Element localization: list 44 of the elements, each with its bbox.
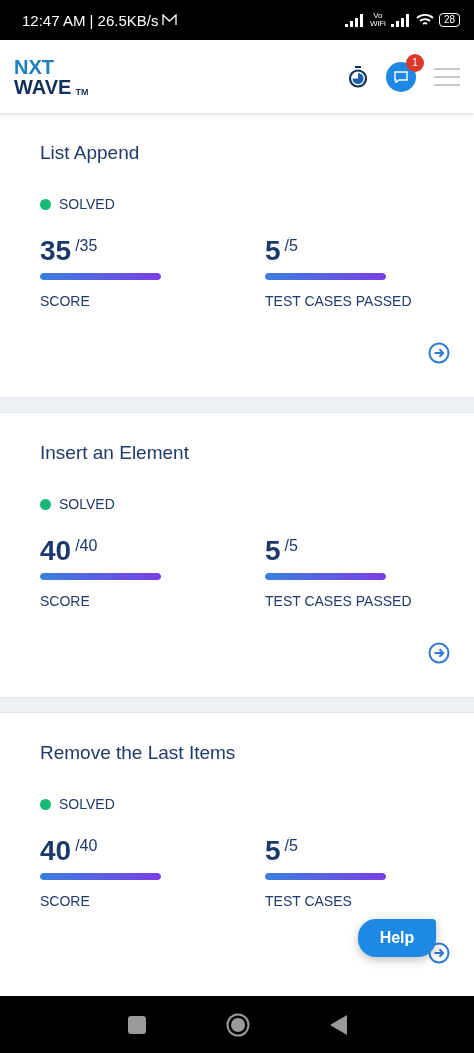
metric-value: 5 <box>265 235 281 267</box>
recents-icon[interactable] <box>127 1015 146 1034</box>
metric-label: TEST CASES PASSED <box>265 592 413 610</box>
status-label: SOLVED <box>59 795 115 813</box>
trademark-label: TM <box>75 86 89 97</box>
metric-value: 40 <box>40 835 72 867</box>
signal-icon <box>344 13 365 27</box>
metric-label: TEST CASES <box>265 892 353 910</box>
logo-text: NXT <box>14 56 54 77</box>
stopwatch-icon[interactable] <box>348 65 368 88</box>
home-icon[interactable] <box>225 1012 250 1037</box>
metric-total: /40 <box>75 836 98 856</box>
problem-title: List Append <box>40 141 141 165</box>
metric-total: /40 <box>75 536 98 556</box>
status-time: 12:47 AM | 26.5KB/s <box>22 11 159 29</box>
status-label: SOLVED <box>59 495 115 513</box>
status-label: SOLVED <box>59 195 115 213</box>
metric-label: TEST CASES PASSED <box>265 292 413 310</box>
metric-value: 5 <box>265 535 281 567</box>
metric-total: /5 <box>284 236 298 256</box>
metric-value: 35 <box>40 235 72 267</box>
mail-icon <box>162 14 178 26</box>
metric-label: SCORE <box>40 292 91 310</box>
metric-total: /5 <box>284 836 298 856</box>
arrow-right-icon[interactable] <box>428 942 450 964</box>
metric-label: SCORE <box>40 892 91 910</box>
arrow-right-icon[interactable] <box>428 342 450 364</box>
notification-badge: 1 <box>406 53 424 72</box>
problem-title: Insert an Element <box>40 441 190 465</box>
help-button[interactable]: Help <box>358 919 436 957</box>
metric-total: /35 <box>75 236 98 256</box>
signal-icon <box>390 13 411 27</box>
back-icon[interactable] <box>329 1014 347 1035</box>
logo-text: WAVE <box>14 76 72 97</box>
arrow-right-icon[interactable] <box>428 642 450 664</box>
metric-label: SCORE <box>40 592 91 610</box>
metric-value: 40 <box>40 535 72 567</box>
chat-icon <box>394 70 408 83</box>
wifi-icon <box>415 13 434 27</box>
problem-title: Remove the Last Items <box>40 741 237 765</box>
metric-total: /5 <box>284 536 298 556</box>
metric-value: 5 <box>265 835 281 867</box>
battery-indicator: 28 <box>438 13 460 27</box>
vowifi-label: Vo WiFi <box>369 12 386 28</box>
